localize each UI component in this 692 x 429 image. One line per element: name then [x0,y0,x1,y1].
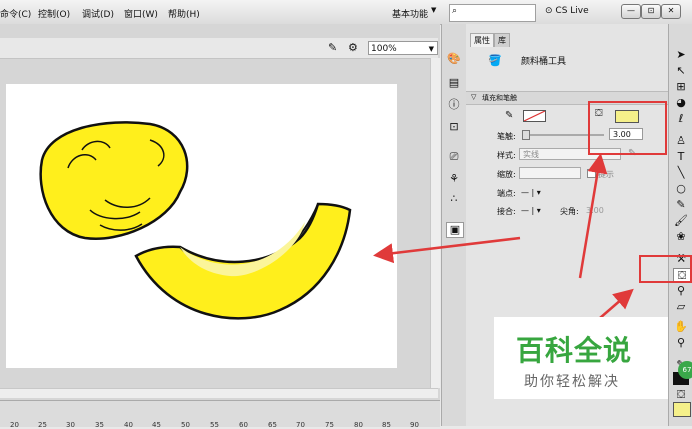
watermark-logo: 百科全说 助你轻松解决 [494,317,668,399]
badge: 67 [678,361,692,379]
annotation-arrow-fill [578,153,608,279]
annotation-arrow-stage [373,236,521,264]
watermark-subtitle: 助你轻松解决 [524,374,620,390]
annotation-arrow-tool [599,288,634,319]
watermark-title: 百科全说 [516,334,633,367]
